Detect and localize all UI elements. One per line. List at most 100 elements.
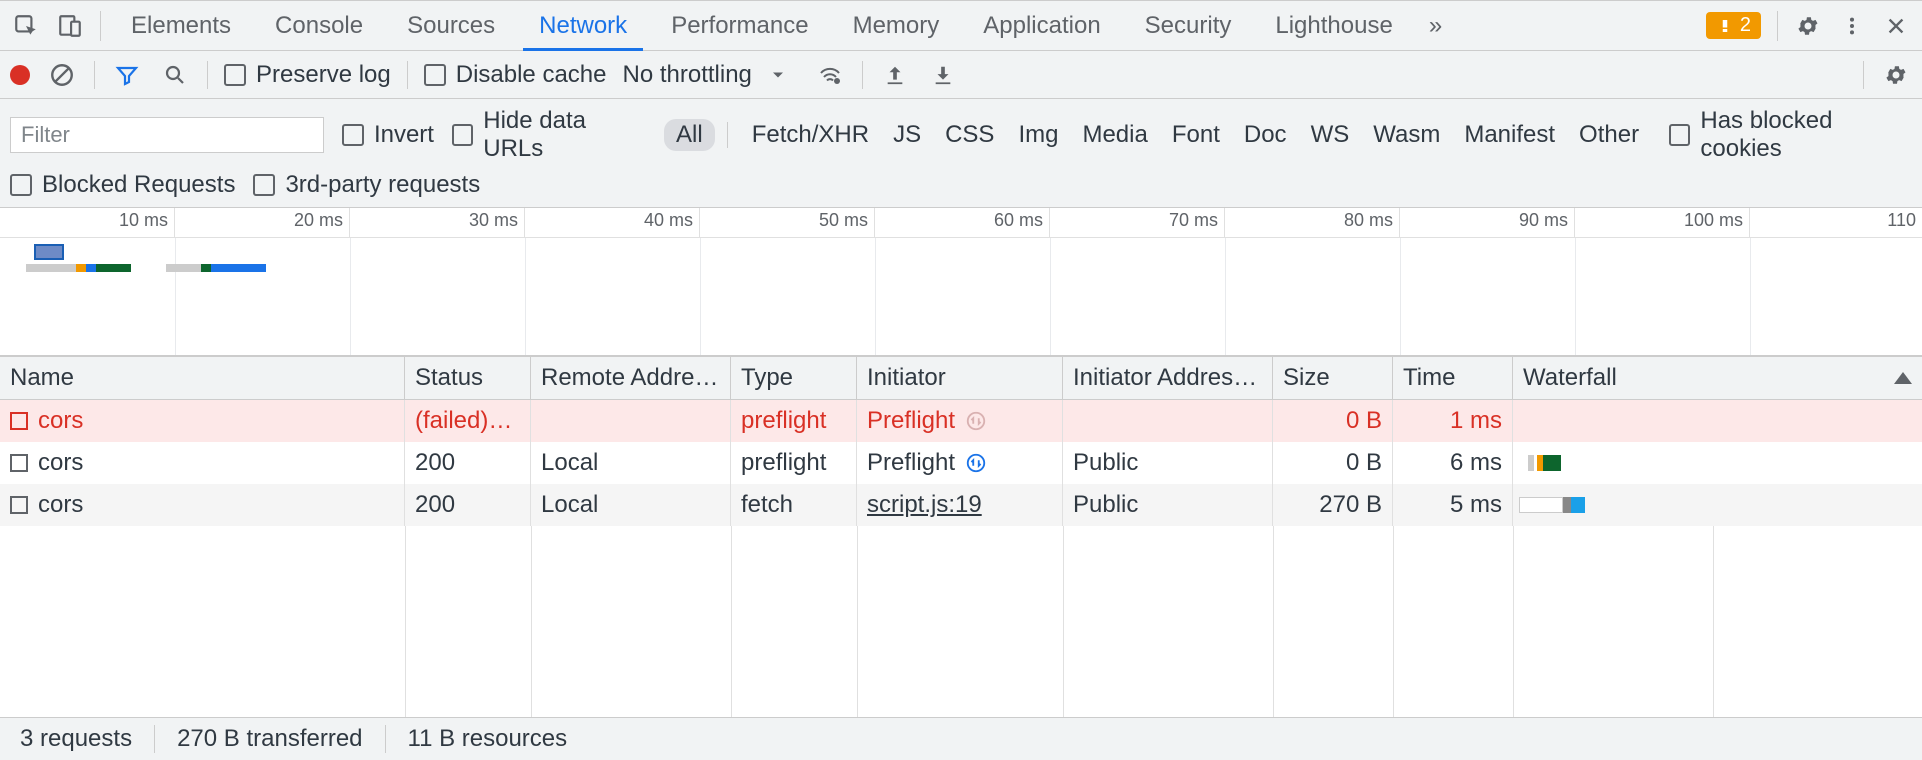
chip-manifest[interactable]: Manifest xyxy=(1452,119,1567,151)
chip-media[interactable]: Media xyxy=(1070,119,1159,151)
chip-doc[interactable]: Doc xyxy=(1232,119,1299,151)
close-icon[interactable] xyxy=(1874,15,1918,37)
tab-lighthouse[interactable]: Lighthouse xyxy=(1253,1,1414,50)
table-row[interactable]: cors 200 Local fetch script.js:19 Public… xyxy=(0,484,1922,526)
tick-label: 20 ms xyxy=(294,210,343,230)
divider xyxy=(862,61,863,89)
tick-label: 40 ms xyxy=(644,210,693,230)
overview-timeline[interactable]: 10 ms 20 ms 30 ms 40 ms 50 ms 60 ms 70 m… xyxy=(0,208,1922,356)
issues-badge[interactable]: 2 xyxy=(1706,12,1761,39)
overview-selection[interactable] xyxy=(34,244,64,260)
third-party-checkbox[interactable]: 3rd-party requests xyxy=(253,171,480,199)
divider xyxy=(94,61,95,89)
cell-status: 200 xyxy=(415,449,455,477)
col-remote-address[interactable]: Remote Address… xyxy=(531,357,731,399)
cell-size: 0 B xyxy=(1346,407,1382,435)
status-bar: 3 requests 270 B transferred 11 B resour… xyxy=(0,718,1922,760)
chip-all[interactable]: All xyxy=(664,119,715,151)
tab-network[interactable]: Network xyxy=(517,1,649,50)
chip-fetch-xhr[interactable]: Fetch/XHR xyxy=(740,119,881,151)
chip-wasm[interactable]: Wasm xyxy=(1361,119,1452,151)
settings-icon[interactable] xyxy=(1786,14,1830,38)
filter-icon[interactable] xyxy=(111,63,143,87)
filter-input[interactable] xyxy=(10,117,324,153)
has-blocked-cookies-label: Has blocked cookies xyxy=(1700,107,1912,163)
divider xyxy=(407,61,408,89)
divider xyxy=(207,61,208,89)
disable-cache-checkbox[interactable]: Disable cache xyxy=(424,61,607,89)
swap-icon xyxy=(965,452,987,474)
tab-elements[interactable]: Elements xyxy=(109,1,253,50)
tab-application[interactable]: Application xyxy=(961,1,1122,50)
sort-asc-icon xyxy=(1894,372,1912,384)
chip-js[interactable]: JS xyxy=(881,119,933,151)
checkbox-icon xyxy=(253,174,275,196)
col-waterfall[interactable]: Waterfall xyxy=(1513,357,1922,399)
chip-img[interactable]: Img xyxy=(1006,119,1070,151)
tab-security[interactable]: Security xyxy=(1123,1,1254,50)
network-conditions-icon[interactable] xyxy=(814,63,846,87)
status-resources: 11 B resources xyxy=(408,725,568,753)
col-time[interactable]: Time xyxy=(1393,357,1513,399)
network-settings-icon[interactable] xyxy=(1880,63,1912,87)
col-size[interactable]: Size xyxy=(1273,357,1393,399)
cell-status: 200 xyxy=(415,491,455,519)
inspect-element-icon[interactable] xyxy=(4,13,48,39)
tick-label: 80 ms xyxy=(1344,210,1393,230)
table-row[interactable]: cors (failed)… preflight Preflight 0 B 1… xyxy=(0,400,1922,442)
chip-font[interactable]: Font xyxy=(1160,119,1232,151)
file-icon xyxy=(10,496,28,514)
cell-initiator[interactable]: script.js:19 xyxy=(867,491,982,519)
device-toolbar-icon[interactable] xyxy=(48,13,92,39)
tick-label: 50 ms xyxy=(819,210,868,230)
col-initiator[interactable]: Initiator xyxy=(857,357,1063,399)
invert-label: Invert xyxy=(374,121,434,149)
search-icon[interactable] xyxy=(159,63,191,87)
col-status[interactable]: Status xyxy=(405,357,531,399)
tab-memory[interactable]: Memory xyxy=(831,1,962,50)
kebab-menu-icon[interactable] xyxy=(1830,15,1874,37)
filter-bar: Invert Hide data URLs All Fetch/XHR JS C… xyxy=(0,99,1922,167)
preserve-log-label: Preserve log xyxy=(256,61,391,89)
tab-sources[interactable]: Sources xyxy=(385,1,517,50)
checkbox-icon xyxy=(452,124,473,146)
cell-type: preflight xyxy=(741,407,826,435)
upload-har-icon[interactable] xyxy=(879,64,911,86)
record-button[interactable] xyxy=(10,65,30,85)
more-tabs-icon[interactable]: » xyxy=(1415,1,1456,50)
col-initiator-address[interactable]: Initiator Address… xyxy=(1063,357,1273,399)
checkbox-icon xyxy=(224,64,246,86)
clear-icon[interactable] xyxy=(46,62,78,88)
cell-type: preflight xyxy=(741,449,826,477)
chip-other[interactable]: Other xyxy=(1567,119,1651,151)
download-har-icon[interactable] xyxy=(927,64,959,86)
col-type[interactable]: Type xyxy=(731,357,857,399)
divider xyxy=(1863,61,1864,89)
tick-label: 100 ms xyxy=(1684,210,1743,230)
cell-initiator: Preflight xyxy=(867,407,955,435)
swap-icon xyxy=(965,410,987,432)
blocked-requests-checkbox[interactable]: Blocked Requests xyxy=(10,171,235,199)
filter-bar-2: Blocked Requests 3rd-party requests xyxy=(0,167,1922,208)
divider xyxy=(154,725,155,753)
divider xyxy=(727,122,728,148)
cell-size: 270 B xyxy=(1319,491,1382,519)
has-blocked-cookies-checkbox[interactable]: Has blocked cookies xyxy=(1669,107,1912,163)
chip-ws[interactable]: WS xyxy=(1299,119,1362,151)
preserve-log-checkbox[interactable]: Preserve log xyxy=(224,61,391,89)
resource-type-filter: All Fetch/XHR JS CSS Img Media Font Doc … xyxy=(664,119,1651,151)
col-name[interactable]: Name xyxy=(0,357,405,399)
waterfall-cell xyxy=(1513,442,1922,484)
checkbox-icon xyxy=(424,64,446,86)
tab-performance[interactable]: Performance xyxy=(649,1,830,50)
checkbox-icon xyxy=(342,124,364,146)
invert-checkbox[interactable]: Invert xyxy=(342,121,434,149)
chip-css[interactable]: CSS xyxy=(933,119,1006,151)
hide-data-urls-checkbox[interactable]: Hide data URLs xyxy=(452,107,646,163)
status-requests: 3 requests xyxy=(20,725,132,753)
table-row[interactable]: cors 200 Local preflight Preflight Publi… xyxy=(0,442,1922,484)
tab-console[interactable]: Console xyxy=(253,1,385,50)
cell-name: cors xyxy=(38,449,83,477)
throttling-select[interactable]: No throttling xyxy=(622,61,797,89)
request-grid: Name Status Remote Address… Type Initiat… xyxy=(0,356,1922,718)
